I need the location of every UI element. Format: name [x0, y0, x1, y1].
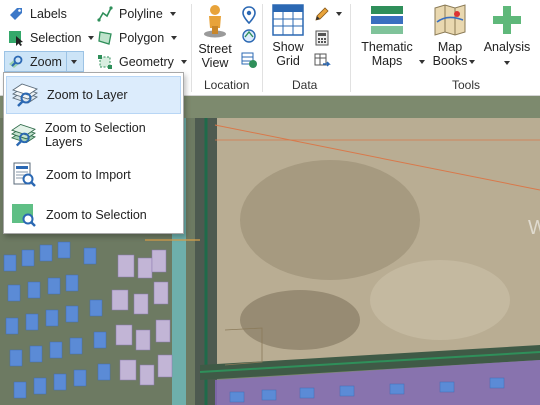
map-watermark: W	[528, 217, 540, 239]
labels-label: Labels	[30, 7, 67, 21]
group-separator	[350, 4, 351, 92]
zoom-to-import-icon	[13, 162, 36, 187]
grid-table-icon	[272, 4, 304, 36]
thematic-maps-label: Thematic Maps	[361, 40, 413, 68]
menu-item-zoom-to-selection-layers[interactable]: Zoom to Selection Layers	[6, 116, 181, 154]
export-data-icon[interactable]	[314, 53, 331, 70]
polyline-button[interactable]: Polyline	[97, 4, 176, 24]
menu-item-label: Zoom to Selection	[46, 208, 147, 222]
menu-item-label: Zoom to Layer	[47, 88, 128, 102]
thematic-maps-icon	[371, 6, 403, 34]
labels-button[interactable]: Labels	[8, 4, 67, 24]
zoom-split-button[interactable]: Zoom	[4, 51, 84, 72]
street-view-button[interactable]: Street View	[196, 4, 234, 70]
menu-item-zoom-to-selection[interactable]: Zoom to Selection	[6, 196, 181, 234]
tools-group-label: Tools	[452, 78, 481, 92]
selection-button[interactable]: Selection	[8, 28, 95, 48]
address-grid-icon[interactable]	[241, 52, 258, 69]
menu-item-zoom-to-layer[interactable]: Zoom to Layer	[6, 76, 181, 114]
polyline-label: Polyline	[119, 7, 163, 21]
show-grid-label: Show Grid	[272, 40, 304, 68]
chevron-down-icon[interactable]	[169, 12, 176, 16]
analysis-button[interactable]: Analysis	[482, 4, 532, 68]
geometry-label: Geometry	[119, 55, 174, 69]
menu-item-label: Zoom to Import	[46, 168, 131, 182]
geocode-icon[interactable]	[241, 28, 258, 45]
polygon-label: Polygon	[119, 31, 165, 45]
zoom-button[interactable]: Zoom	[8, 52, 62, 72]
chevron-down-icon[interactable]	[171, 36, 178, 40]
location-group-label: Location	[204, 78, 250, 92]
chevron-down-icon[interactable]	[88, 36, 95, 40]
polygon-icon	[98, 31, 112, 45]
chevron-down-icon	[71, 60, 77, 64]
chevron-down-icon[interactable]	[504, 61, 510, 65]
map-pin-icon[interactable]	[241, 6, 257, 24]
zoom-dropdown-toggle[interactable]	[66, 52, 83, 71]
zoom-icon	[9, 55, 23, 68]
data-group-label: Data	[292, 78, 318, 92]
zoom-to-selection-layers-icon	[11, 123, 36, 147]
labels-icon	[10, 8, 22, 20]
map-books-icon	[434, 4, 466, 36]
chevron-down-icon[interactable]	[469, 60, 475, 64]
zoom-label: Zoom	[30, 55, 62, 69]
polygon-button[interactable]: Polygon	[97, 28, 178, 48]
menu-item-zoom-to-import[interactable]: Zoom to Import	[6, 156, 181, 194]
selection-icon	[9, 31, 23, 46]
chevron-down-icon[interactable]	[336, 12, 342, 16]
street-view-icon	[204, 5, 226, 38]
analysis-icon	[493, 6, 521, 34]
geometry-icon	[98, 55, 112, 69]
group-separator	[262, 4, 263, 92]
polyline-icon	[97, 6, 113, 22]
geometry-button[interactable]: Geometry	[97, 52, 187, 72]
chevron-down-icon[interactable]	[419, 60, 425, 64]
zoom-to-layer-icon	[12, 83, 38, 107]
zoom-dropdown-menu: Zoom to Layer Zoom to Selection Layers Z…	[3, 72, 184, 234]
calculator-icon[interactable]	[315, 30, 329, 46]
map-books-button[interactable]: Map Books	[428, 4, 472, 68]
zoom-to-selection-icon	[12, 204, 36, 227]
thematic-maps-button[interactable]: Thematic Maps	[356, 4, 418, 68]
pencil-icon[interactable]	[314, 6, 330, 22]
street-view-label: Street View	[198, 42, 232, 70]
analysis-label: Analysis	[483, 40, 531, 54]
menu-item-label: Zoom to Selection Layers	[44, 121, 146, 149]
show-grid-button[interactable]: Show Grid	[268, 4, 308, 68]
group-separator	[191, 4, 192, 92]
chevron-down-icon[interactable]	[180, 60, 187, 64]
map-books-label: Map Books	[432, 40, 468, 68]
selection-label: Selection	[30, 31, 82, 45]
